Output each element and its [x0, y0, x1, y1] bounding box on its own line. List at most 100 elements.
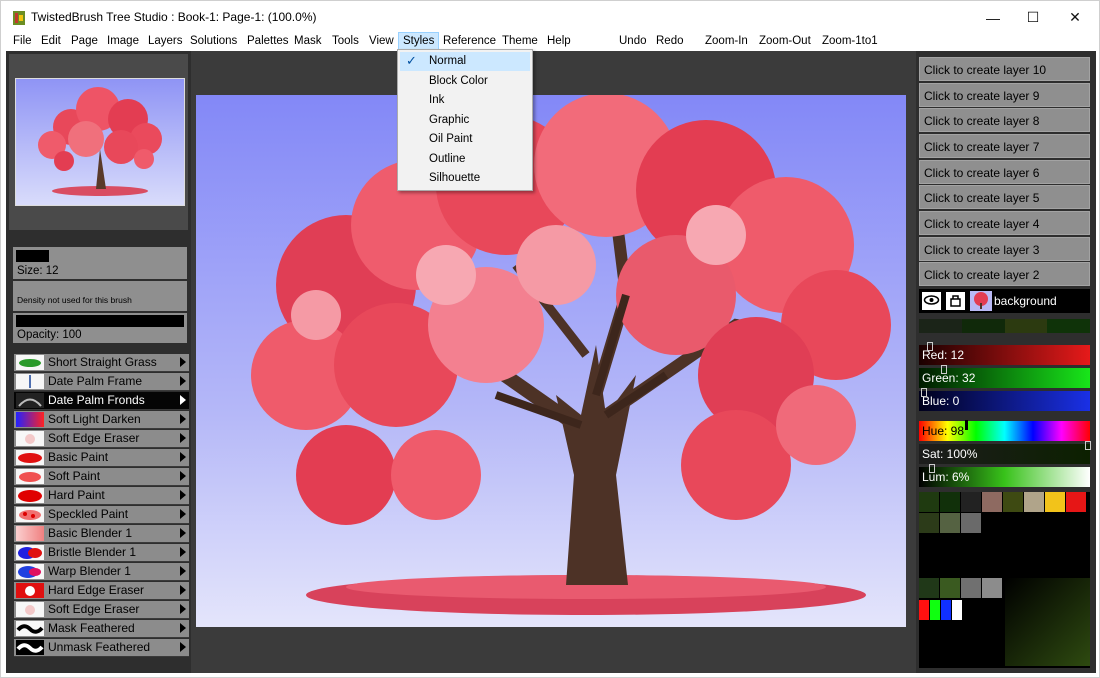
slider-knob[interactable] — [921, 388, 927, 397]
menu-reference[interactable]: Reference — [439, 33, 500, 49]
palette-swatch[interactable] — [1066, 492, 1086, 512]
create-layer-2-button[interactable]: Click to create layer 2 — [919, 262, 1090, 286]
minimize-button[interactable]: — — [971, 1, 1015, 34]
create-layer-8-button[interactable]: Click to create layer 8 — [919, 108, 1090, 132]
brush-item[interactable]: Unmask Feathered — [14, 639, 189, 657]
zoom-1to1-button[interactable]: Zoom-1to1 — [818, 33, 882, 49]
menu-solutions[interactable]: Solutions — [186, 33, 241, 49]
menu-styles[interactable]: Styles — [398, 32, 440, 50]
blue-slider[interactable]: Blue: 0 — [919, 388, 1090, 411]
palette-swatch[interactable] — [1003, 492, 1023, 512]
menu-file[interactable]: File — [9, 33, 36, 49]
brush-item[interactable]: Soft Light Darken — [14, 411, 189, 429]
palette-swatch[interactable] — [1045, 492, 1065, 512]
brush-item[interactable]: Short Straight Grass — [14, 354, 189, 372]
brush-item[interactable]: Basic Blender 1 — [14, 525, 189, 543]
menu-layers[interactable]: Layers — [144, 33, 187, 49]
palette-swatch[interactable] — [982, 492, 1002, 512]
brush-item[interactable]: Date Palm Frame — [14, 373, 189, 391]
menu-tools[interactable]: Tools — [328, 33, 363, 49]
styles-item-oil-paint[interactable]: Oil Paint — [400, 130, 530, 149]
drawing-canvas[interactable] — [196, 95, 906, 627]
palette-swatch[interactable] — [961, 513, 981, 533]
navigator-thumbnail[interactable] — [15, 78, 185, 206]
eye-icon[interactable] — [922, 292, 941, 310]
create-layer-9-button[interactable]: Click to create layer 9 — [919, 83, 1090, 107]
close-button[interactable]: ✕ — [1053, 1, 1097, 34]
create-layer-5-button[interactable]: Click to create layer 5 — [919, 185, 1090, 209]
palette-swatch[interactable] — [940, 513, 960, 533]
undo-button[interactable]: Undo — [615, 33, 651, 49]
create-layer-4-button[interactable]: Click to create layer 4 — [919, 211, 1090, 235]
styles-item-silhouette[interactable]: Silhouette — [400, 169, 530, 188]
brush-item[interactable]: Hard Edge Eraser — [14, 582, 189, 600]
lock-icon[interactable] — [946, 292, 965, 310]
menu-page[interactable]: Page — [67, 33, 102, 49]
brush-item[interactable]: Soft Paint — [14, 468, 189, 486]
color-history[interactable] — [919, 319, 1090, 333]
styles-item-block-color[interactable]: Block Color — [400, 72, 530, 91]
menu-palettes[interactable]: Palettes — [243, 33, 293, 49]
styles-item-ink[interactable]: Ink — [400, 91, 530, 110]
styles-item-graphic[interactable]: Graphic — [400, 111, 530, 130]
zoom-out-button[interactable]: Zoom-Out — [755, 33, 815, 49]
slider-knob[interactable] — [929, 464, 935, 473]
brush-item[interactable]: Hard Paint — [14, 487, 189, 505]
slider-knob[interactable] — [965, 420, 968, 430]
palette-swatch[interactable] — [919, 513, 939, 533]
menu-image[interactable]: Image — [103, 33, 143, 49]
palette-swatch[interactable] — [940, 492, 960, 512]
red-slider[interactable]: Red: 12 — [919, 342, 1090, 365]
slider-knob[interactable] — [1085, 441, 1091, 450]
create-layer-10-button[interactable]: Click to create layer 10 — [919, 57, 1090, 81]
background-layer[interactable]: background — [919, 289, 1090, 313]
palette-swatch[interactable] — [919, 600, 929, 620]
slider-knob[interactable] — [941, 365, 947, 374]
size-control[interactable]: Size: 12 — [13, 247, 187, 279]
styles-item-outline[interactable]: Outline — [400, 150, 530, 169]
saturation-slider[interactable]: Sat: 100% — [919, 441, 1091, 464]
menu-view[interactable]: View — [365, 33, 398, 49]
luminance-slider[interactable]: Lum: 6% — [919, 464, 1090, 487]
zoom-in-button[interactable]: Zoom-In — [701, 33, 752, 49]
brush-item-selected[interactable]: Date Palm Fronds — [14, 392, 189, 410]
redo-button[interactable]: Redo — [652, 33, 688, 49]
palm-frame-icon — [16, 374, 44, 389]
brush-item[interactable]: Warp Blender 1 — [14, 563, 189, 581]
menu-mask[interactable]: Mask — [290, 33, 325, 49]
palette-swatch[interactable] — [1024, 492, 1044, 512]
create-layer-3-button[interactable]: Click to create layer 3 — [919, 237, 1090, 261]
paint-icon — [16, 469, 44, 484]
opacity-bar[interactable] — [16, 315, 184, 327]
slider-knob[interactable] — [927, 342, 933, 351]
color-palette[interactable] — [919, 492, 1090, 668]
title-bar: TwistedBrush Tree Studio : Book-1: Page-… — [1, 1, 1099, 34]
palette-swatch[interactable] — [941, 600, 951, 620]
palette-swatch[interactable] — [982, 578, 1002, 598]
palette-swatch[interactable] — [919, 578, 939, 598]
unmask-icon — [16, 640, 44, 655]
brush-item[interactable]: Soft Edge Eraser — [14, 430, 189, 448]
brush-item[interactable]: Basic Paint — [14, 449, 189, 467]
green-slider[interactable]: Green: 32 — [919, 365, 1090, 388]
palette-swatch[interactable] — [952, 600, 962, 620]
palette-swatch[interactable] — [930, 600, 940, 620]
brush-item[interactable]: Speckled Paint — [14, 506, 189, 524]
opacity-control[interactable]: Opacity: 100 — [13, 313, 187, 343]
palette-swatch[interactable] — [961, 578, 981, 598]
palette-swatch[interactable] — [940, 578, 960, 598]
menu-help[interactable]: Help — [543, 33, 575, 49]
brush-item[interactable]: Soft Edge Eraser — [14, 601, 189, 619]
brush-item[interactable]: Bristle Blender 1 — [14, 544, 189, 562]
maximize-button[interactable]: ☐ — [1011, 1, 1055, 34]
menu-edit[interactable]: Edit — [37, 33, 65, 49]
styles-item-normal[interactable]: ✓ Normal — [400, 52, 530, 71]
palette-swatch[interactable] — [961, 492, 981, 512]
menu-theme[interactable]: Theme — [498, 33, 542, 49]
hue-slider[interactable]: Hue: 98 — [919, 420, 1090, 441]
styles-item-label: Oil Paint — [429, 133, 473, 145]
brush-item[interactable]: Mask Feathered — [14, 620, 189, 638]
create-layer-7-button[interactable]: Click to create layer 7 — [919, 134, 1090, 158]
palette-swatch[interactable] — [919, 492, 939, 512]
create-layer-6-button[interactable]: Click to create layer 6 — [919, 160, 1090, 184]
